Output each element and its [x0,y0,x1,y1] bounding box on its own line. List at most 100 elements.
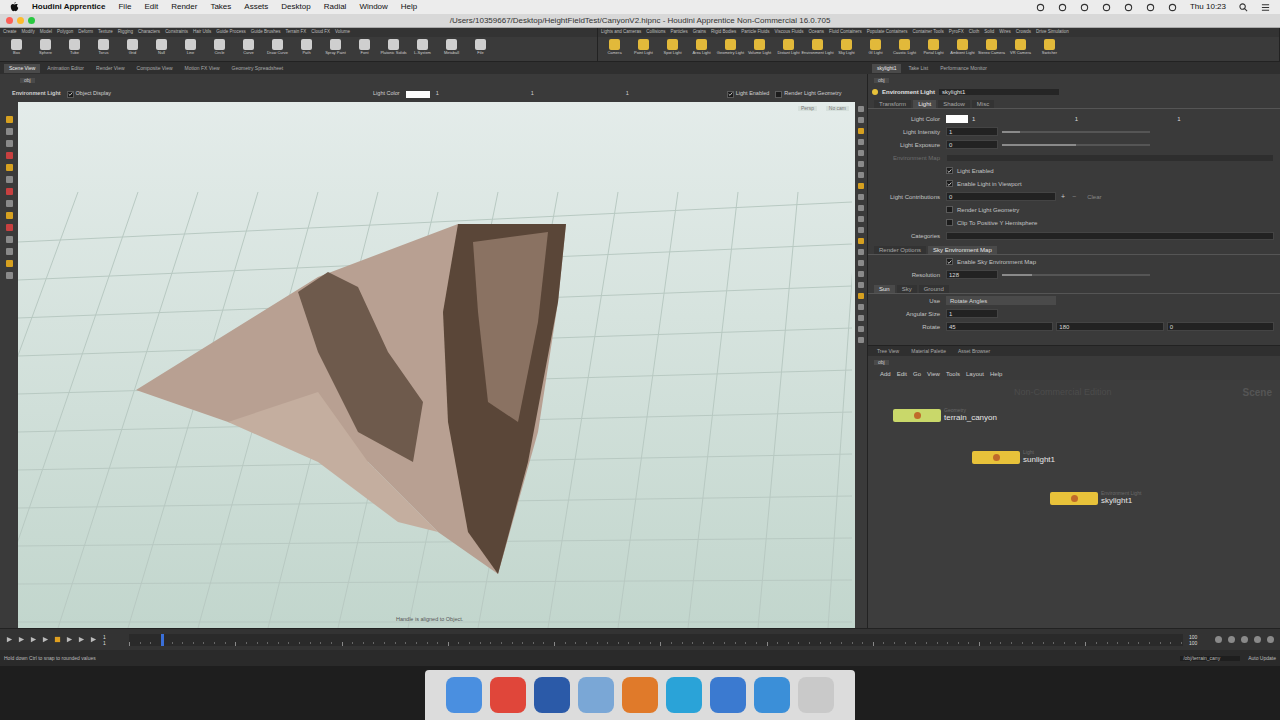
shelf-tool[interactable]: Point Light [630,39,657,55]
shelf-tool[interactable]: Draw Curve [264,39,291,55]
pane-tab[interactable]: Tree View [872,347,904,355]
tool-icon[interactable] [858,194,864,200]
playback-icon[interactable] [18,636,25,643]
add-button[interactable]: + [1059,193,1067,200]
pane-tab[interactable]: Composite View [132,64,178,73]
vector-field[interactable]: 180 [1056,322,1163,331]
tool-icon[interactable] [858,227,864,233]
tool-icon[interactable] [6,224,13,231]
checkbox[interactable] [946,258,953,265]
shelf-tool[interactable]: Environment Light [804,39,831,55]
pane-tab[interactable]: Scene View [4,64,40,73]
playback-icon[interactable] [6,636,13,643]
playback-icon[interactable] [30,636,37,643]
shelf-tab[interactable]: Particle Fluids [741,30,769,35]
shelf-tool[interactable]: Grid [119,39,146,55]
tool-icon[interactable] [858,293,864,299]
shelf-tool[interactable]: GI Light [862,39,889,55]
menu-item[interactable]: Add [880,371,891,377]
param-tab[interactable]: Sky [897,285,917,293]
menu-item[interactable]: Radial [324,3,347,11]
status-icon[interactable] [1080,3,1089,12]
remove-button[interactable]: − [1070,193,1078,200]
dock-app-icon[interactable] [666,677,702,713]
param-field[interactable]: 0 [946,140,998,149]
shelf-tool[interactable]: Portal Light [920,39,947,55]
shelf-tool[interactable]: L-System [409,39,436,55]
color-value[interactable]: 1 [972,116,1075,122]
tool-icon[interactable] [6,116,13,123]
shelf-tool[interactable]: Font [351,39,378,55]
shelf-tab[interactable]: Solid [984,30,994,35]
shelf-tab[interactable]: Modify [22,30,35,35]
clear-button[interactable]: Clear [1081,194,1107,200]
shelf-tab[interactable]: Create [3,30,17,35]
param-check[interactable]: Enable Light in Viewport [946,180,1022,187]
color-value[interactable]: 1 [626,91,721,97]
playback-icon[interactable] [66,636,73,643]
shelf-tool[interactable]: Line [177,39,204,55]
menu-item[interactable]: File [118,3,131,11]
timeline-tool-icon[interactable] [1254,636,1261,643]
shelf-tab[interactable]: Particles [671,30,688,35]
app-menu[interactable]: Houdini Apprentice [32,3,105,11]
current-frame[interactable]: 1 [103,634,123,640]
menu-item[interactable]: Takes [210,3,231,11]
camera-menu[interactable]: Persp [798,106,817,111]
dock-app-icon[interactable] [578,677,614,713]
tool-icon[interactable] [858,150,864,156]
shelf-tab[interactable]: Terrain FX [285,30,306,35]
timeline-tool-icon[interactable] [1228,636,1235,643]
shelf-tab[interactable]: Model [40,30,52,35]
menu-item[interactable]: Window [359,3,387,11]
param-menu[interactable]: Rotate Angles [946,296,1056,305]
tool-icon[interactable] [6,140,13,147]
param-field[interactable]: 0 [946,192,1056,201]
tool-icon[interactable] [858,106,864,112]
status-icon[interactable] [1058,3,1067,12]
menu-item[interactable]: Help [990,371,1002,377]
shelf-tool[interactable]: Sky Light [833,39,860,55]
checkbox[interactable] [67,91,74,98]
cam-menu[interactable]: No cam [826,106,849,111]
shelf-tool[interactable]: Camera [601,39,628,55]
shelf-tool[interactable]: Box [3,39,30,55]
shelf-tool[interactable]: Switcher [1036,39,1063,55]
playhead[interactable] [161,634,164,646]
path-item[interactable]: obj [20,78,35,83]
checkbox[interactable] [946,206,953,213]
network-node[interactable]: Environment Lightskylight1 [1050,491,1141,506]
auto-update[interactable]: Auto Update [1248,656,1276,661]
tool-icon[interactable] [858,304,864,310]
menu-item[interactable]: Go [913,371,921,377]
shelf-tab[interactable]: Wires [999,30,1011,35]
time-ruler[interactable] [129,634,1183,646]
pane-tab[interactable]: Performance Monitor [935,64,992,73]
shelf-tool[interactable]: Distant Light [775,39,802,55]
tool-icon[interactable] [858,249,864,255]
list-icon[interactable] [1261,3,1270,12]
dock-app-icon[interactable] [754,677,790,713]
tool-icon[interactable] [858,326,864,332]
param-tab[interactable]: Sky Environment Map [928,246,997,254]
param-slider[interactable] [1002,144,1150,146]
shelf-tool[interactable]: Platonic Solids [380,39,407,55]
shelf-tab[interactable]: Rigid Bodies [711,30,736,35]
param-tab[interactable]: Light [913,100,936,108]
timeline-tool-icon[interactable] [1215,636,1222,643]
checkbox[interactable] [946,219,953,226]
param-tab[interactable]: Misc [972,100,994,108]
tool-icon[interactable] [858,216,864,222]
param-check[interactable]: Enable Sky Environment Map [946,258,1036,265]
status-icon[interactable] [1036,3,1045,12]
node-name[interactable]: skylight1 [939,89,1059,95]
playback-icon[interactable] [54,636,61,643]
shelf-tab[interactable]: Grains [693,30,706,35]
pane-tab[interactable]: Motion FX View [180,64,225,73]
timeline-tool-icon[interactable] [1241,636,1248,643]
pane-tab[interactable]: Material Palette [906,347,951,355]
tool-icon[interactable] [6,248,13,255]
shelf-tool[interactable]: File [467,39,494,55]
shelf-tab[interactable]: Deform [78,30,93,35]
vector-field[interactable]: 45 [946,322,1053,331]
